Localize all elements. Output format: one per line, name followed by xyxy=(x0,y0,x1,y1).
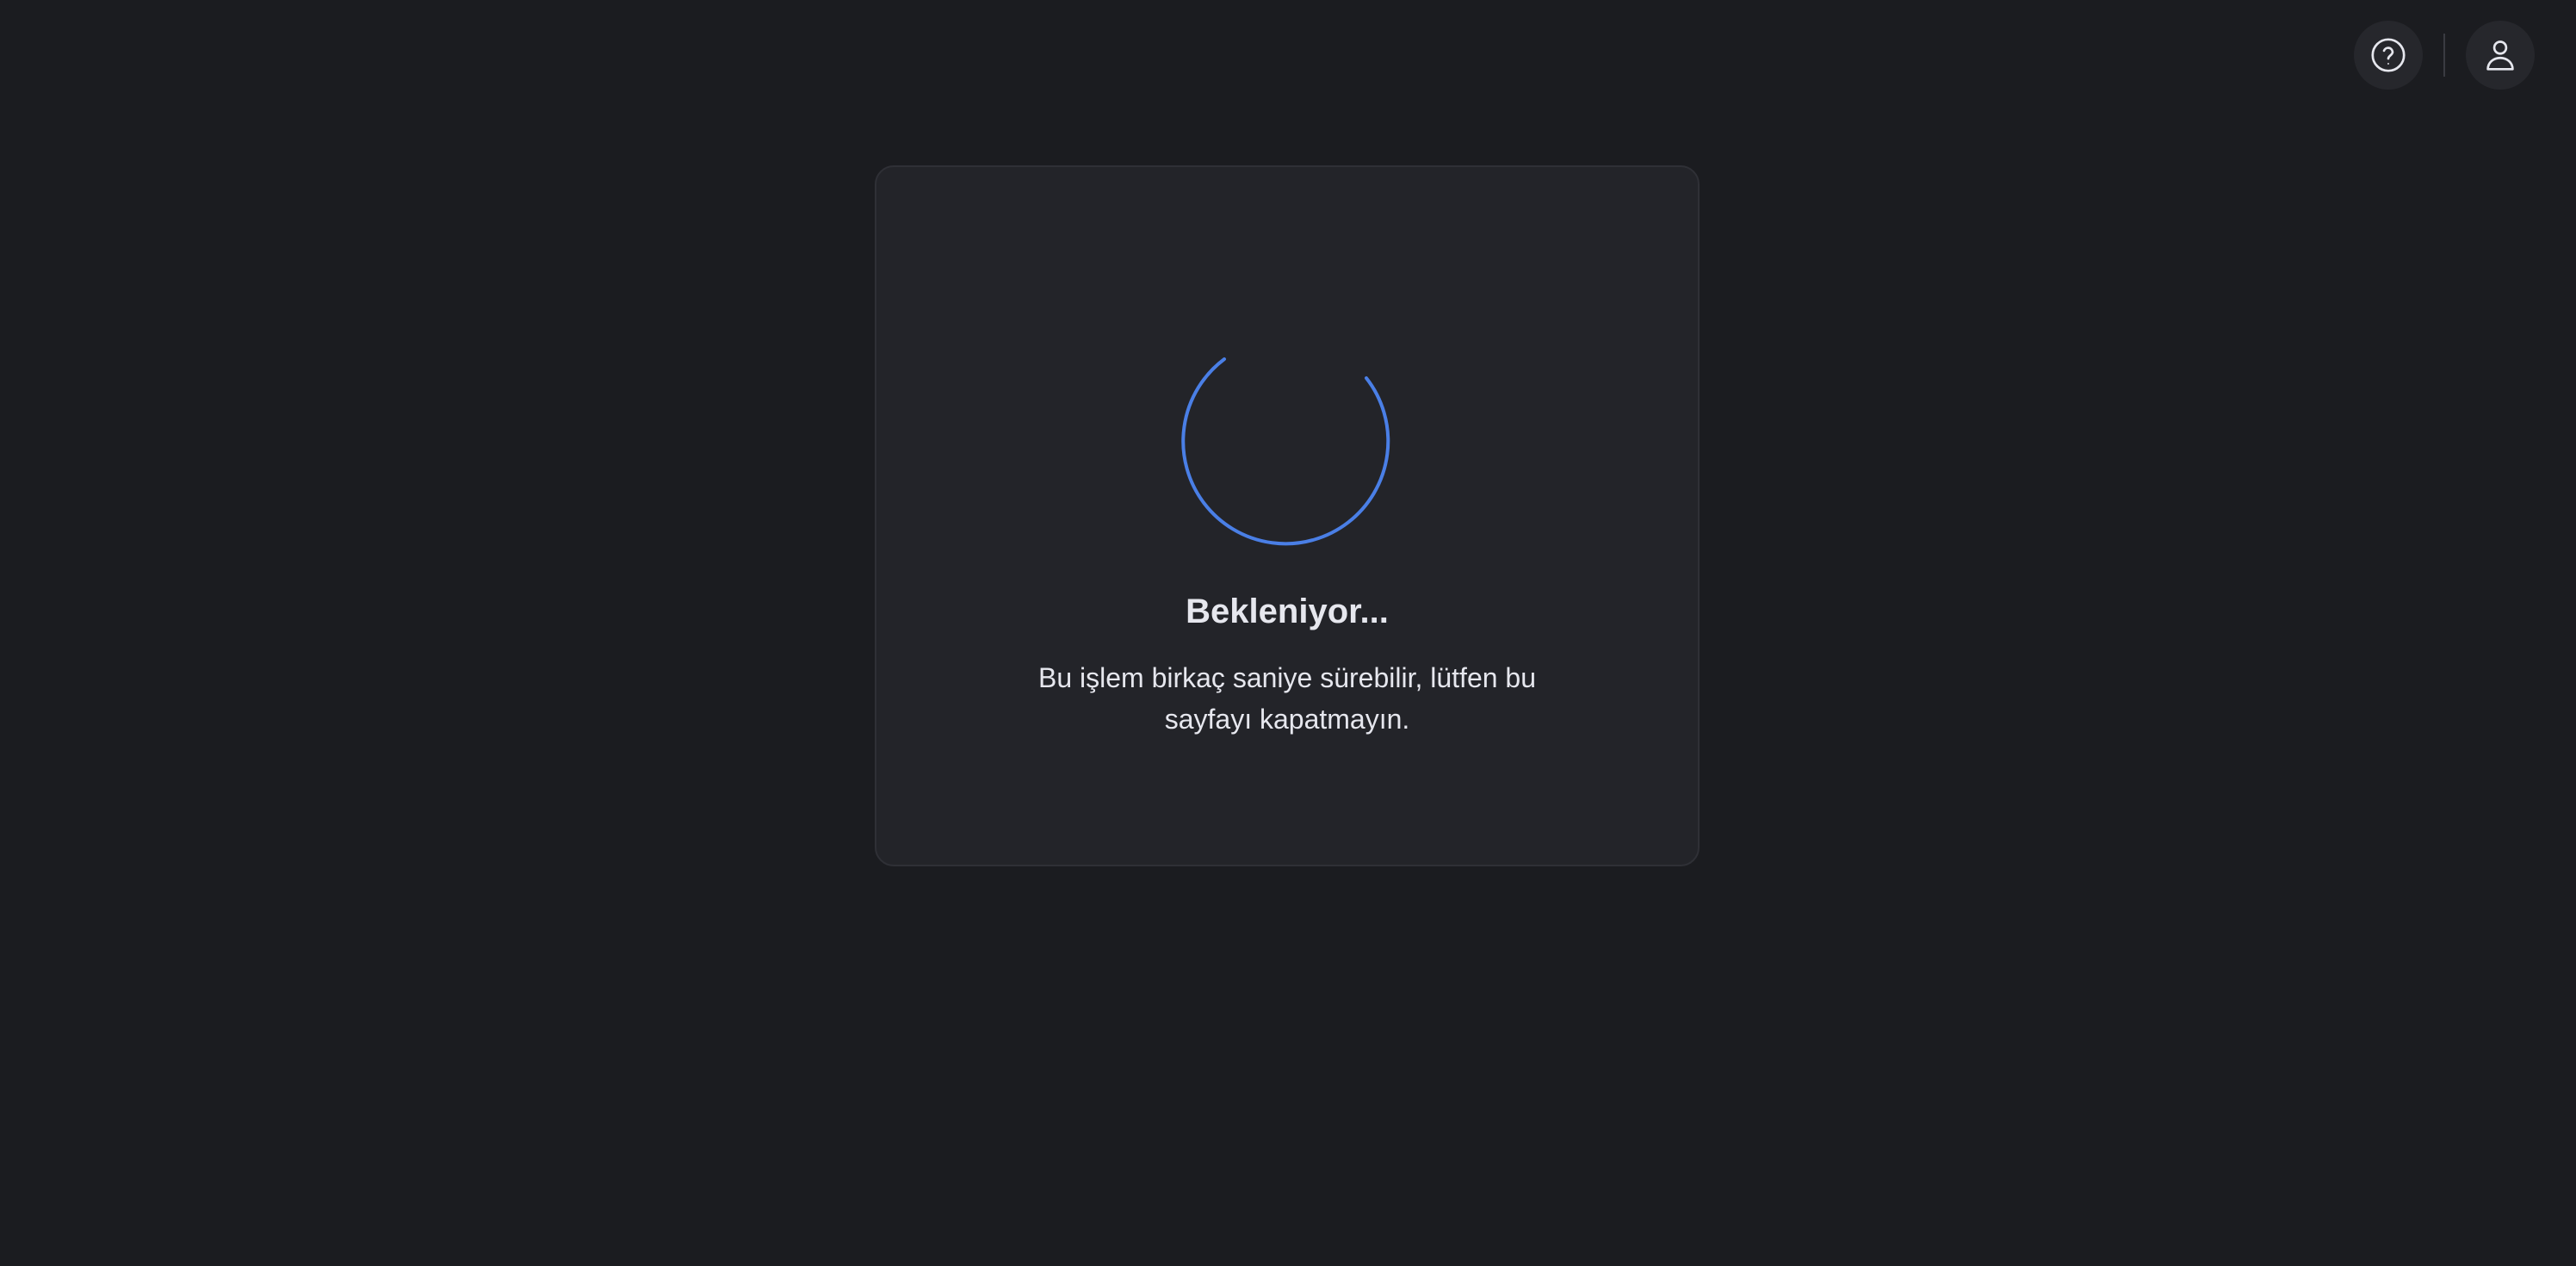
loading-message: Bu işlem birkaç saniye sürebilir, lütfen… xyxy=(1037,662,1537,735)
user-icon xyxy=(2486,40,2514,71)
help-button[interactable] xyxy=(2354,21,2423,90)
header-divider xyxy=(2443,34,2445,77)
question-circle-icon xyxy=(2371,38,2406,72)
loading-title: Bekleniyor... xyxy=(1186,593,1389,630)
loading-spinner xyxy=(1181,357,1390,546)
loading-card: Bekleniyor... Bu işlem birkaç saniye sür… xyxy=(875,165,1700,866)
top-bar xyxy=(2354,21,2535,90)
user-button[interactable] xyxy=(2466,21,2535,90)
